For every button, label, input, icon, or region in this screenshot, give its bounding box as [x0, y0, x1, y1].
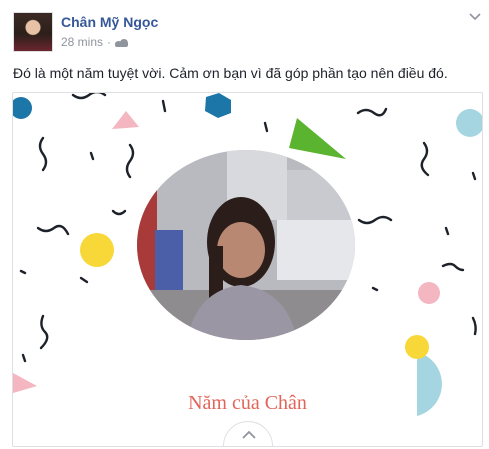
- avatar[interactable]: [13, 12, 53, 52]
- chevron-up-icon: [242, 430, 256, 439]
- author-name[interactable]: Chân Mỹ Ngọc: [61, 14, 158, 30]
- chevron-down-icon[interactable]: [469, 12, 481, 22]
- year-in-review-card[interactable]: Năm của Chân: [12, 92, 483, 447]
- meta-separator: ·: [107, 35, 112, 49]
- post-meta: 28 mins ·: [61, 35, 129, 49]
- friends-icon[interactable]: [115, 37, 129, 47]
- post-text: Đó là một năm tuyệt vời. Cảm ơn bạn vì đ…: [13, 65, 448, 81]
- feed-post: Chân Mỹ Ngọc 28 mins · Đó là một năm tuy…: [0, 0, 489, 449]
- post-timestamp[interactable]: 28 mins: [61, 35, 103, 49]
- profile-photo: [137, 150, 355, 340]
- card-title: Năm của Chân: [188, 392, 307, 414]
